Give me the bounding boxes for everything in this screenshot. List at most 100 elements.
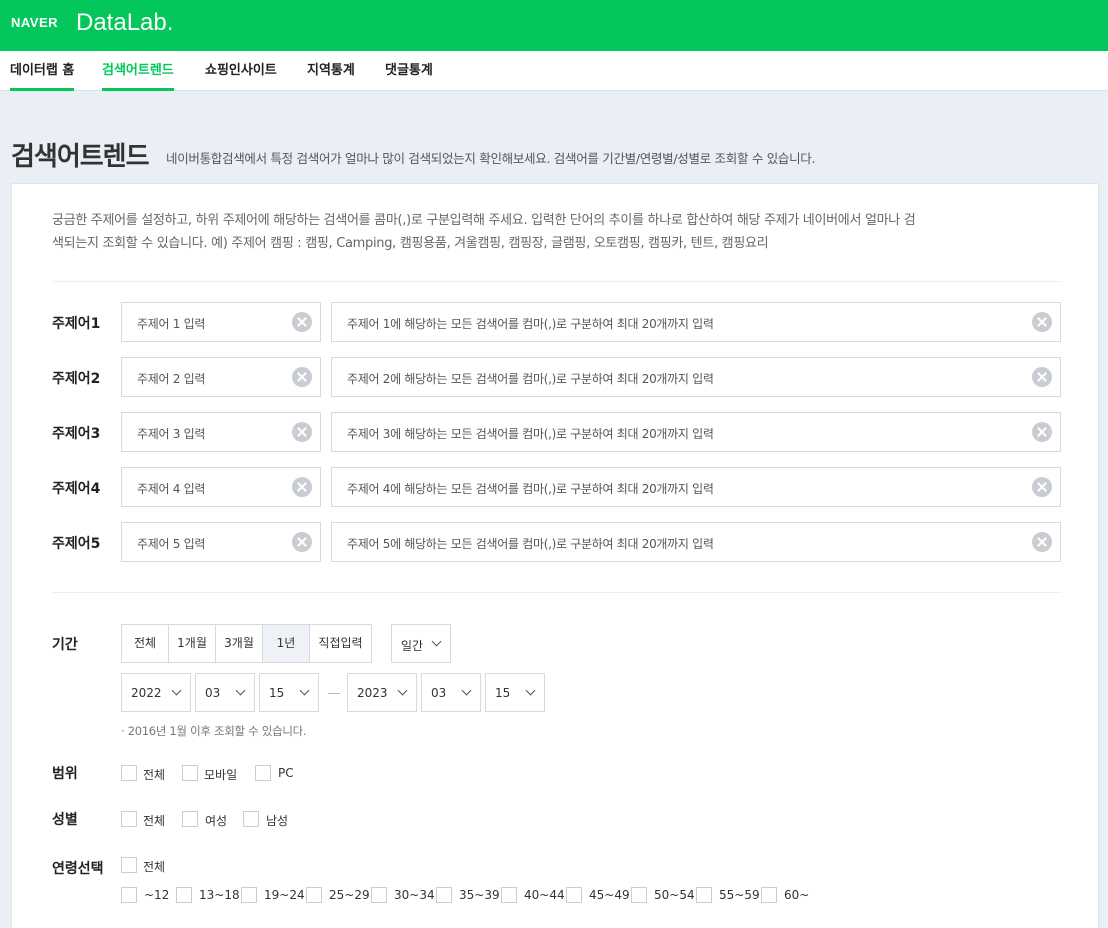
scope-pc-checkbox[interactable] — [255, 765, 271, 781]
nav-item-label: 지역통계 — [307, 63, 355, 78]
nav-item-shopping-insight[interactable]: 쇼핑인사이트 — [205, 51, 277, 91]
datalab-logo[interactable]: DataLab. — [76, 9, 173, 37]
scope-all-label: 전체 — [143, 768, 166, 782]
nav-item-label: 쇼핑인사이트 — [205, 63, 277, 78]
topic-label-5: 주제어5 — [52, 536, 101, 552]
age-checkbox[interactable] — [631, 887, 647, 903]
topic-keywords-placeholder: 주제어 4에 해당하는 모든 검색어를 컴마(,)로 구분하여 최대 20개까지… — [347, 482, 714, 496]
clear-icon[interactable] — [292, 367, 312, 387]
intro-line-2: 색되는지 조회할 수 있습니다. 예) 주제어 캠핑 : 캠핑, Camping… — [52, 236, 769, 251]
divider — [52, 281, 1062, 282]
age-checkbox[interactable] — [761, 887, 777, 903]
age-option-label: 30~34 — [394, 888, 435, 902]
age-all-checkbox[interactable] — [121, 857, 137, 873]
topic-keywords-placeholder: 주제어 1에 해당하는 모든 검색어를 컴마(,)로 구분하여 최대 20개까지… — [347, 317, 714, 331]
chevron-down-icon — [235, 685, 246, 696]
topic-name-input-4[interactable]: 주제어 4 입력 — [121, 467, 321, 507]
clear-icon[interactable] — [1032, 312, 1052, 332]
topic-keywords-input-4[interactable]: 주제어 4에 해당하는 모든 검색어를 컴마(,)로 구분하여 최대 20개까지… — [331, 467, 1061, 507]
clear-icon[interactable] — [292, 422, 312, 442]
nav-item-search-trend[interactable]: 검색어트렌드 — [102, 51, 174, 91]
period-option-3month[interactable]: 3개월 — [215, 624, 263, 663]
age-checkbox[interactable] — [501, 887, 517, 903]
scope-all-checkbox[interactable] — [121, 765, 137, 781]
age-option-label: 40~44 — [524, 888, 565, 902]
period-option-1year[interactable]: 1년 — [262, 624, 310, 663]
nav-item-label: 데이터랩 홈 — [10, 63, 75, 78]
nav-item-label: 댓글통계 — [385, 63, 433, 78]
period-note: · 2016년 1월 이후 조회할 수 있습니다. — [121, 724, 307, 738]
clear-icon[interactable] — [1032, 532, 1052, 552]
age-checkbox[interactable] — [566, 887, 582, 903]
age-checkbox[interactable] — [306, 887, 322, 903]
naver-logo[interactable]: NAVER — [11, 15, 58, 30]
clear-icon[interactable] — [292, 312, 312, 332]
start-month-value: 03 — [205, 686, 221, 700]
period-option-custom[interactable]: 직접입력 — [309, 624, 372, 663]
chevron-down-icon — [461, 685, 472, 696]
clear-icon[interactable] — [1032, 367, 1052, 387]
age-checkbox[interactable] — [121, 887, 137, 903]
end-month-select[interactable]: 03 — [421, 673, 481, 712]
age-option-label: 13~18 — [199, 888, 240, 902]
topic-keywords-input-2[interactable]: 주제어 2에 해당하는 모든 검색어를 컴마(,)로 구분하여 최대 20개까지… — [331, 357, 1061, 397]
scope-label: 범위 — [52, 766, 78, 782]
end-day-value: 15 — [495, 686, 511, 700]
age-checkbox[interactable] — [241, 887, 257, 903]
age-option-label: 60~ — [784, 888, 810, 902]
nav-underline — [10, 88, 75, 91]
gender-all-checkbox[interactable] — [121, 811, 137, 827]
date-range-separator — [328, 693, 340, 694]
age-option-label: 25~29 — [329, 888, 370, 902]
clear-icon[interactable] — [292, 532, 312, 552]
intro-line-1: 궁금한 주제어를 설정하고, 하위 주제어에 해당하는 검색어를 콤마(,)로 … — [52, 213, 916, 228]
clear-icon[interactable] — [1032, 477, 1052, 497]
gender-male-checkbox[interactable] — [243, 811, 259, 827]
topic-name-placeholder: 주제어 5 입력 — [137, 537, 206, 551]
interval-select[interactable]: 일간 — [391, 624, 451, 663]
start-day-select[interactable]: 15 — [259, 673, 319, 712]
scope-pc-label: PC — [278, 766, 294, 780]
topic-name-placeholder: 주제어 1 입력 — [137, 317, 206, 331]
topic-keywords-input-5[interactable]: 주제어 5에 해당하는 모든 검색어를 컴마(,)로 구분하여 최대 20개까지… — [331, 522, 1061, 562]
age-checkbox[interactable] — [371, 887, 387, 903]
topic-keywords-input-1[interactable]: 주제어 1에 해당하는 모든 검색어를 컴마(,)로 구분하여 최대 20개까지… — [331, 302, 1061, 342]
chevron-down-icon — [525, 685, 536, 696]
end-year-value: 2023 — [357, 686, 388, 700]
topic-name-input-1[interactable]: 주제어 1 입력 — [121, 302, 321, 342]
chevron-down-icon — [397, 685, 408, 696]
end-year-select[interactable]: 2023 — [347, 673, 417, 712]
age-checkbox[interactable] — [696, 887, 712, 903]
gender-female-label: 여성 — [205, 814, 228, 828]
topic-label-2: 주제어2 — [52, 371, 101, 387]
nav-item-comment-stats[interactable]: 댓글통계 — [385, 51, 433, 91]
chevron-down-icon — [171, 685, 182, 696]
top-header: NAVER DataLab. — [0, 0, 1108, 51]
topic-name-placeholder: 주제어 3 입력 — [137, 427, 206, 441]
end-day-select[interactable]: 15 — [485, 673, 545, 712]
topic-name-input-5[interactable]: 주제어 5 입력 — [121, 522, 321, 562]
period-label: 기간 — [52, 637, 78, 653]
page-description: 네이버통합검색에서 특정 검색어가 얼마나 많이 검색되었는지 확인해보세요. … — [166, 151, 816, 166]
nav-item-datalab-home[interactable]: 데이터랩 홈 — [10, 51, 75, 91]
start-month-select[interactable]: 03 — [195, 673, 255, 712]
scope-mobile-checkbox[interactable] — [182, 765, 198, 781]
topic-keywords-placeholder: 주제어 2에 해당하는 모든 검색어를 컴마(,)로 구분하여 최대 20개까지… — [347, 372, 714, 386]
age-checkbox[interactable] — [176, 887, 192, 903]
nav-item-regional-stats[interactable]: 지역통계 — [307, 51, 355, 91]
start-year-value: 2022 — [131, 686, 162, 700]
age-checkbox[interactable] — [436, 887, 452, 903]
start-year-select[interactable]: 2022 — [121, 673, 191, 712]
topic-name-placeholder: 주제어 4 입력 — [137, 482, 206, 496]
gender-label: 성별 — [52, 812, 78, 828]
period-option-all[interactable]: 전체 — [121, 624, 169, 663]
topic-name-input-3[interactable]: 주제어 3 입력 — [121, 412, 321, 452]
period-option-1month[interactable]: 1개월 — [168, 624, 216, 663]
clear-icon[interactable] — [292, 477, 312, 497]
age-option-label: 45~49 — [589, 888, 630, 902]
gender-female-checkbox[interactable] — [182, 811, 198, 827]
topic-keywords-input-3[interactable]: 주제어 3에 해당하는 모든 검색어를 컴마(,)로 구분하여 최대 20개까지… — [331, 412, 1061, 452]
topic-name-input-2[interactable]: 주제어 2 입력 — [121, 357, 321, 397]
clear-icon[interactable] — [1032, 422, 1052, 442]
age-option-label: 50~54 — [654, 888, 695, 902]
